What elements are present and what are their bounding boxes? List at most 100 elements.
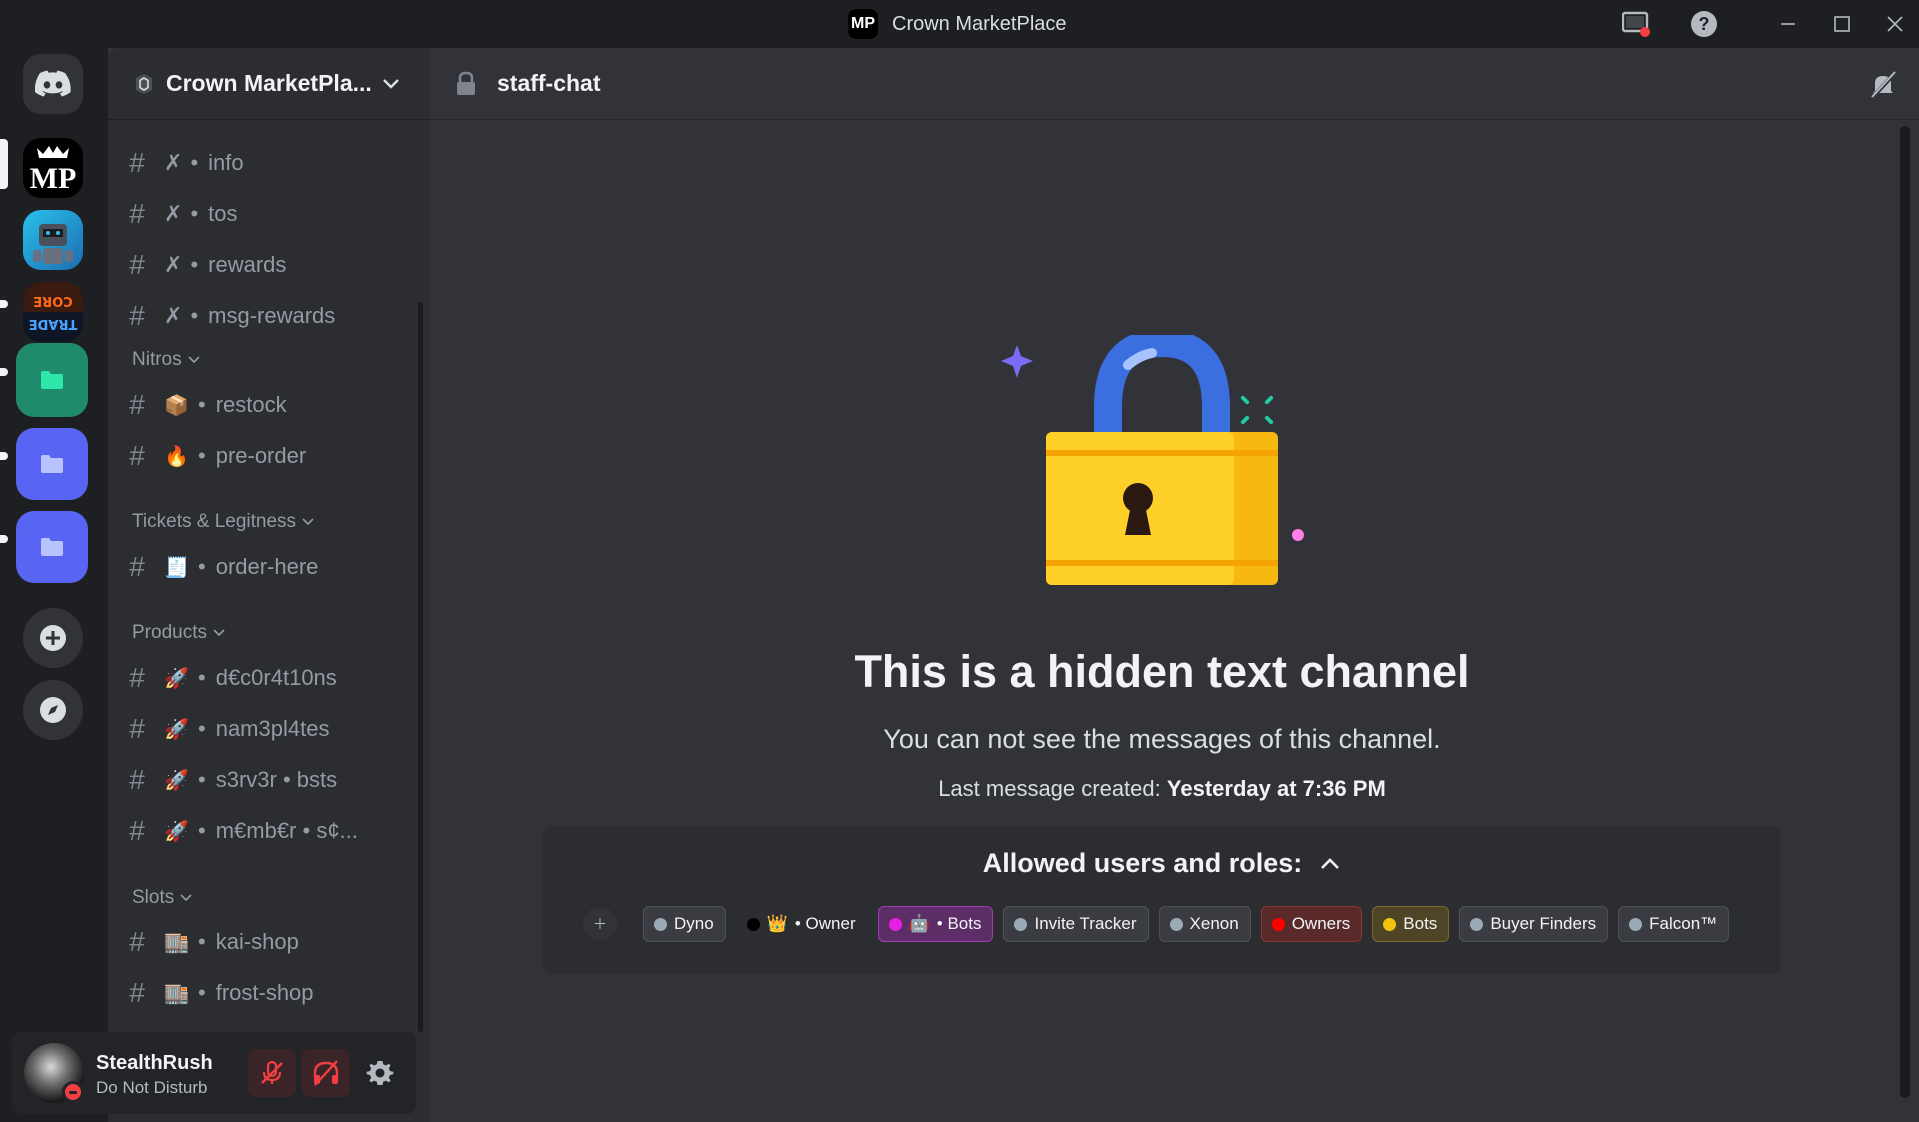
username[interactable]: StealthRush — [96, 1052, 213, 1075]
text-channel-icon: # — [129, 764, 145, 795]
maximize-icon[interactable] — [1828, 10, 1856, 38]
rocket-emoji-icon: 🚀 — [164, 667, 189, 690]
close-icon[interactable] — [1881, 10, 1909, 38]
robot-avatar-icon — [33, 224, 73, 264]
channel-label: d€c0r4t10ns — [215, 665, 337, 690]
server-folder-blue-1[interactable] — [16, 428, 88, 500]
category-label: Tickets & Legitness — [132, 511, 297, 532]
role-color-dot — [654, 917, 667, 931]
text-channel-icon: # — [129, 662, 145, 693]
channel-nameplates[interactable]: # 🚀 • nam3pl4tes — [124, 707, 414, 751]
compass-icon — [40, 697, 66, 723]
text-channel-icon: # — [129, 977, 145, 1008]
channel-frost-shop[interactable]: # 🏬 • frost-shop — [124, 971, 414, 1015]
role-name: Invite Tracker — [1034, 914, 1137, 933]
unread-indicator — [0, 368, 8, 376]
role-chip[interactable]: Dyno — [643, 906, 726, 942]
text-channel-icon: # — [129, 389, 145, 420]
channel-decorations[interactable]: # 🚀 • d€c0r4t10ns — [124, 656, 414, 700]
chevron-down-icon — [213, 629, 225, 637]
crown-emoji-icon: 👑 — [766, 914, 788, 933]
discord-home-button[interactable] — [23, 54, 83, 114]
channel-server-boosts[interactable]: # 🚀 • s3rv3r • bsts — [124, 758, 414, 802]
chevron-down-icon — [302, 518, 314, 526]
category-tickets[interactable]: Tickets & Legitness — [132, 510, 314, 534]
channel-restock[interactable]: # 📦 • restock — [124, 383, 414, 427]
role-color-dot — [1383, 917, 1397, 931]
channel-prefix: ✗ — [164, 303, 183, 328]
channel-members[interactable]: # 🚀 • m€mb€r • s¢... — [124, 809, 414, 853]
channel-rewards[interactable]: # ✗ • rewards — [124, 243, 414, 287]
add-server-button[interactable] — [23, 608, 83, 668]
role-chip[interactable]: Buyer Finders — [1459, 906, 1609, 942]
chevron-down-icon — [188, 356, 200, 364]
channel-label: msg-rewards — [208, 303, 336, 328]
text-channel-icon: # — [129, 249, 145, 280]
lock-icon — [457, 71, 475, 95]
server-robot[interactable] — [23, 210, 83, 270]
channel-info[interactable]: # ✗ • info — [124, 141, 414, 185]
microphone-muted-icon — [261, 1060, 283, 1084]
role-color-dot — [1629, 917, 1643, 931]
headphones-muted-icon — [313, 1060, 339, 1086]
allowed-roles-panel: Allowed users and roles: ＋ Dyno 👑 • Owner… — [543, 826, 1780, 974]
category-nitros[interactable]: Nitros — [132, 348, 200, 372]
last-message-label: Last message created: — [938, 776, 1161, 801]
role-chip[interactable]: Falcon™ — [1618, 906, 1730, 942]
category-products[interactable]: Products — [132, 621, 225, 645]
mute-button[interactable] — [248, 1049, 296, 1097]
role-chip[interactable]: Bots — [1372, 906, 1450, 942]
rocket-emoji-icon: 🚀 — [164, 820, 189, 843]
unread-indicator — [0, 535, 8, 543]
allowed-roles-header[interactable]: Allowed users and roles: — [543, 848, 1780, 879]
receipt-emoji-icon: 🧾 — [164, 556, 189, 579]
text-channel-icon: # — [129, 926, 145, 957]
dnd-status-icon — [62, 1081, 84, 1103]
channel-order-here[interactable]: # 🧾 • order-here — [124, 545, 414, 589]
category-slots[interactable]: Slots — [132, 886, 192, 910]
role-color-dot — [1014, 917, 1028, 931]
main-scrollbar[interactable] — [1900, 126, 1910, 1098]
role-chip[interactable]: Invite Tracker — [1003, 906, 1149, 942]
explore-servers-button[interactable] — [23, 680, 83, 740]
channel-label: info — [208, 150, 244, 175]
channel-separator: • — [198, 554, 206, 579]
channel-tos[interactable]: # ✗ • tos — [124, 192, 414, 236]
server-trade-core[interactable]: CORE TRADE — [23, 282, 83, 342]
server-header[interactable]: Crown MarketPla... — [108, 48, 430, 120]
plus-icon — [40, 625, 66, 651]
channel-prefix: ✗ — [164, 150, 183, 175]
box-emoji-icon: 📦 — [164, 394, 189, 417]
svg-text:MP: MP — [30, 162, 77, 195]
server-folder-green[interactable] — [16, 343, 88, 417]
server-folder-blue-2[interactable] — [16, 511, 88, 583]
folder-icon — [41, 538, 63, 556]
discord-logo-icon — [35, 70, 71, 97]
role-color-dot — [1169, 917, 1183, 931]
help-icon[interactable]: ? — [1690, 10, 1718, 38]
channel-msg-rewards[interactable]: # ✗ • msg-rewards — [124, 294, 414, 338]
role-chip[interactable]: 👑 • Owner — [736, 906, 868, 942]
role-name: • Owner — [794, 914, 856, 933]
sidebar-scrollbar[interactable] — [418, 302, 423, 1032]
channel-sidebar: Crown MarketPla... # ✗ • info # ✗ • tos … — [108, 48, 430, 1122]
role-color-dot — [888, 917, 902, 931]
text-channel-icon: # — [129, 147, 145, 178]
server-crown-marketplace[interactable]: MP — [23, 138, 83, 198]
channel-label: restock — [215, 392, 287, 417]
notification-muted-icon[interactable] — [1868, 70, 1898, 100]
add-role-button[interactable]: ＋ — [583, 907, 617, 941]
minimize-icon[interactable] — [1774, 10, 1802, 38]
channel-pre-order[interactable]: # 🔥 • pre-order — [124, 434, 414, 478]
role-name: Dyno — [674, 914, 714, 933]
channel-prefix: ✗ — [164, 252, 183, 277]
svg-text:CORE: CORE — [33, 293, 72, 308]
role-chip[interactable]: 🤖 • Bots — [877, 906, 994, 942]
channel-separator: • — [190, 303, 199, 328]
channel-kai-shop[interactable]: # 🏬 • kai-shop — [124, 920, 414, 964]
role-chip[interactable]: Xenon — [1158, 906, 1251, 942]
user-settings-button[interactable] — [356, 1049, 404, 1097]
role-chip[interactable]: Owners — [1260, 906, 1363, 942]
screen-share-icon[interactable] — [1622, 10, 1650, 38]
deafen-button[interactable] — [302, 1049, 350, 1097]
